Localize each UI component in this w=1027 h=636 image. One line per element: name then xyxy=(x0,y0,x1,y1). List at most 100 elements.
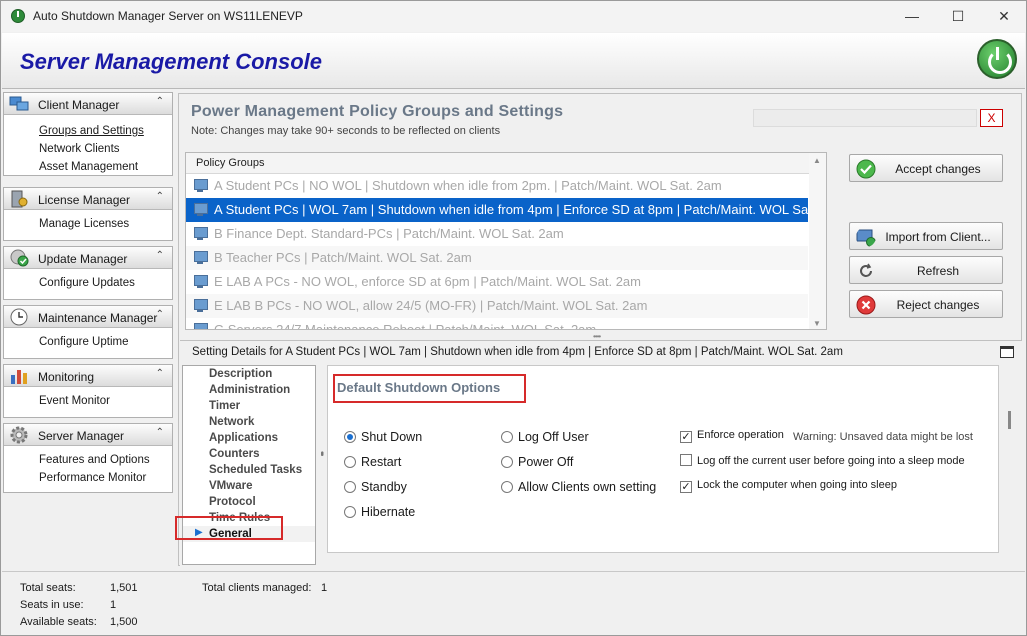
policy-group-row[interactable]: G Servers 24/7 Maintenance Reboot | Patc… xyxy=(186,318,808,329)
policy-group-row[interactable]: E LAB A PCs - NO WOL, enforce SD at 6pm … xyxy=(186,270,808,294)
accept-changes-button[interactable]: Accept changes xyxy=(849,154,1003,182)
setting-details-title: Setting Details for A Student PCs | WOL … xyxy=(192,346,843,358)
radio-power-off[interactable]: Power Off xyxy=(501,455,573,469)
tree-item-counters[interactable]: Counters xyxy=(183,446,315,462)
total-seats-value: 1,501 xyxy=(110,582,138,594)
tree-item-administration[interactable]: Administration xyxy=(183,382,315,398)
console-title: Server Management Console xyxy=(20,49,322,74)
splitter-grip-icon[interactable]: ••• xyxy=(317,451,327,454)
total-clients-label: Total clients managed: xyxy=(202,582,312,594)
collapse-icon[interactable]: ⌃ xyxy=(156,309,164,320)
radio-allow-clients-own-setting[interactable]: Allow Clients own setting xyxy=(501,480,656,494)
nav-item-configure-uptime[interactable]: Configure Uptime xyxy=(4,333,172,351)
setting-details-panel: Setting Details for A Student PCs | WOL … xyxy=(175,340,1022,566)
minimize-button[interactable]: — xyxy=(892,5,932,27)
collapse-icon[interactable]: ⌃ xyxy=(156,427,164,438)
radio-log-off-user[interactable]: Log Off User xyxy=(501,430,589,444)
available-seats-label: Available seats: xyxy=(20,616,97,628)
check-circle-icon xyxy=(856,159,876,179)
tree-item-applications[interactable]: Applications xyxy=(183,430,315,446)
nav-header-maintenance-manager[interactable]: Maintenance Manager ⌃ xyxy=(4,306,172,328)
scroll-up-icon[interactable]: ▲ xyxy=(813,156,821,165)
nav-group-license-manager: License Manager ⌃ Manage Licenses xyxy=(3,187,173,241)
computer-icon xyxy=(192,179,208,193)
radio-shut-down[interactable]: Shut Down xyxy=(344,430,422,444)
nav-header-server-manager[interactable]: Server Manager ⌃ xyxy=(4,424,172,446)
check-mark-icon: ✓ xyxy=(680,431,692,443)
policy-group-row[interactable]: B Finance Dept. Standard-PCs | Patch/Mai… xyxy=(186,222,808,246)
nav-item-performance-monitor[interactable]: Performance Monitor xyxy=(4,469,172,487)
tree-item-vmware[interactable]: VMware xyxy=(183,478,315,494)
nav-group-server-manager: Server Manager ⌃ Features and Options Pe… xyxy=(3,423,173,493)
import-computer-icon xyxy=(856,229,876,247)
nav-item-network-clients[interactable]: Network Clients xyxy=(4,140,172,158)
radio-standby[interactable]: Standby xyxy=(344,480,407,494)
warning-text: Warning: Unsaved data might be lost xyxy=(793,431,973,443)
total-seats-label: Total seats: xyxy=(20,582,76,594)
maximize-button[interactable]: ☐ xyxy=(938,5,978,27)
nav-item-configure-updates[interactable]: Configure Updates xyxy=(4,274,172,292)
nav-group-maintenance-manager: Maintenance Manager ⌃ Configure Uptime xyxy=(3,305,173,359)
nav-group-update-manager: Update Manager ⌃ Configure Updates xyxy=(3,246,173,300)
nav-header-license-manager[interactable]: License Manager ⌃ xyxy=(4,188,172,210)
reject-changes-button[interactable]: Reject changes xyxy=(849,290,1003,318)
checkbox-enforce-operation[interactable]: ✓ Enforce operation xyxy=(680,429,784,443)
tree-item-description[interactable]: Description xyxy=(183,366,315,382)
bar-chart-icon xyxy=(11,370,27,384)
collapse-icon[interactable]: ⌃ xyxy=(156,368,164,379)
status-bar: Total seats: 1,501 Seats in use: 1 Avail… xyxy=(2,571,1025,635)
nav-group-client-manager: Client Manager ⌃ Groups and Settings Net… xyxy=(3,92,173,176)
seats-in-use-label: Seats in use: xyxy=(20,599,84,611)
highlight-box-general xyxy=(175,516,283,540)
refresh-button[interactable]: Refresh xyxy=(849,256,1003,284)
collapse-icon[interactable]: ⌃ xyxy=(156,191,164,202)
nav-header-client-manager[interactable]: Client Manager ⌃ xyxy=(4,93,172,115)
nav-group-monitoring: Monitoring ⌃ Event Monitor xyxy=(3,364,173,418)
close-panel-button[interactable]: X xyxy=(980,109,1003,127)
tree-item-protocol[interactable]: Protocol xyxy=(183,494,315,510)
nav-item-groups-and-settings[interactable]: Groups and Settings xyxy=(4,122,172,140)
maximize-panel-icon[interactable] xyxy=(1000,346,1014,358)
network-computers-icon xyxy=(9,96,29,111)
close-button[interactable]: ✕ xyxy=(984,5,1024,27)
power-app-icon xyxy=(11,9,25,23)
tree-item-timer[interactable]: Timer xyxy=(183,398,315,414)
collapse-icon[interactable]: ⌃ xyxy=(156,250,164,261)
policy-group-row[interactable]: E LAB B PCs - NO WOL, allow 24/5 (MO-FR)… xyxy=(186,294,808,318)
sidebar-nav: Client Manager ⌃ Groups and Settings Net… xyxy=(2,90,174,565)
policy-group-row[interactable]: A Student PCs | NO WOL | Shutdown when i… xyxy=(186,174,808,198)
policy-group-row-selected[interactable]: A Student PCs | WOL 7am | Shutdown when … xyxy=(186,198,808,222)
policy-groups-scrollbar[interactable]: ▲ ▼ xyxy=(809,153,826,329)
nav-item-asset-management[interactable]: Asset Management xyxy=(4,158,172,176)
checkbox-log-off-user-before-sleep[interactable]: Log off the current user before going in… xyxy=(680,454,965,467)
tree-item-network[interactable]: Network xyxy=(183,414,315,430)
policy-group-row[interactable]: B Teacher PCs | Patch/Maint. WOL Sat. 2a… xyxy=(186,246,808,270)
section-title: Default Shutdown Options xyxy=(337,380,501,395)
policy-note: Note: Changes may take 90+ seconds to be… xyxy=(191,125,501,137)
computer-icon xyxy=(192,227,208,241)
policy-groups-list: Policy Groups A Student PCs | NO WOL | S… xyxy=(185,152,827,330)
scroll-down-icon[interactable]: ▼ xyxy=(813,319,821,328)
computer-icon xyxy=(192,299,208,313)
nav-header-update-manager[interactable]: Update Manager ⌃ xyxy=(4,247,172,269)
main-panel: Power Management Policy Groups and Setti… xyxy=(175,93,1022,566)
nav-item-features-and-options[interactable]: Features and Options xyxy=(4,451,172,469)
import-from-client-button[interactable]: Import from Client... xyxy=(849,222,1003,250)
tree-item-scheduled-tasks[interactable]: Scheduled Tasks xyxy=(183,462,315,478)
nav-item-event-monitor[interactable]: Event Monitor xyxy=(4,392,172,410)
collapse-icon[interactable]: ⌃ xyxy=(156,96,164,107)
nav-header-monitoring[interactable]: Monitoring ⌃ xyxy=(4,365,172,387)
nav-item-manage-licenses[interactable]: Manage Licenses xyxy=(4,215,172,233)
computer-icon xyxy=(192,203,208,217)
radio-hibernate[interactable]: Hibernate xyxy=(344,505,415,519)
options-scrollbar-thumb[interactable] xyxy=(1008,411,1011,429)
refresh-icon xyxy=(860,263,872,277)
checkbox-lock-computer-on-sleep[interactable]: ✓ Lock the computer when going into sleep xyxy=(680,479,897,493)
radio-restart[interactable]: Restart xyxy=(344,455,401,469)
license-server-icon xyxy=(11,190,28,208)
update-check-icon xyxy=(10,249,29,267)
title-bar: Auto Shutdown Manager Server on WS11LENE… xyxy=(1,1,1026,32)
filter-input[interactable] xyxy=(753,109,977,127)
computer-icon xyxy=(192,251,208,265)
check-mark-icon: ✓ xyxy=(680,481,692,493)
